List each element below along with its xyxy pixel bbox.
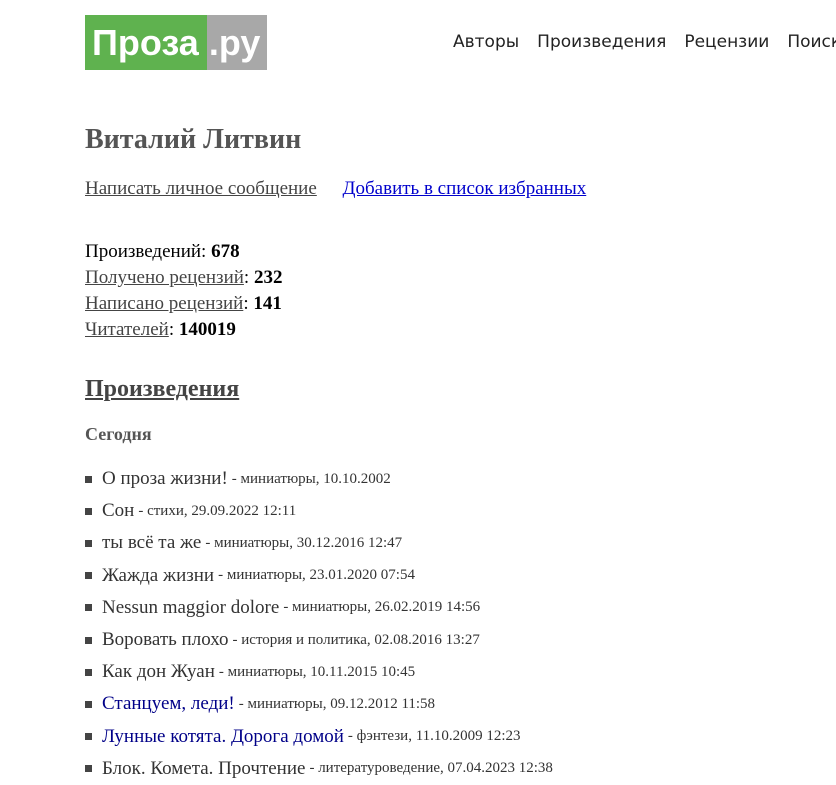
work-meta: - стихи, 29.09.2022 12:11 — [138, 502, 297, 519]
bullet-icon — [85, 668, 92, 676]
write-message-link[interactable]: Написать личное сообщение — [85, 178, 317, 199]
stat-written-reviews: Написано рецензий: 141 — [85, 293, 282, 314]
stat-received-reviews: Получено рецензий: 232 — [85, 267, 283, 288]
nav-reviews[interactable]: Рецензии — [684, 32, 769, 52]
bullet-icon — [85, 765, 92, 773]
list-item: Nessun maggior dolore - миниатюры, 26.02.… — [85, 592, 553, 624]
stat-readers-link[interactable]: Читателей — [85, 319, 169, 340]
work-title-link[interactable]: Воровать плохо — [102, 629, 229, 651]
stat-received-reviews-value: 232 — [253, 267, 283, 288]
work-meta: - миниатюры, 26.02.2019 14:56 — [283, 599, 481, 616]
logo-tail-text: .ру — [206, 15, 268, 70]
work-title-link[interactable]: Лунные котята. Дорога домой — [102, 726, 344, 748]
bullet-icon — [85, 507, 92, 515]
work-title-link[interactable]: Как дон Жуан — [102, 661, 215, 683]
site-logo[interactable]: Проза .ру — [85, 15, 268, 70]
stat-works-label: Произведений — [85, 241, 202, 262]
stat-works: Произведений: 678 — [85, 241, 240, 262]
works-list: О проза жизни! - миниатюры, 10.10.2002 Со… — [85, 463, 553, 785]
work-meta: - миниатюры, 10.10.2002 — [231, 470, 391, 487]
work-title-link[interactable]: Блок. Комета. Прочтение — [102, 758, 305, 780]
work-meta: - фэнтези, 11.10.2009 12:23 — [347, 728, 521, 745]
stat-received-reviews-link[interactable]: Получено рецензий — [85, 267, 244, 288]
list-item: Как дон Жуан - миниатюры, 10.11.2015 10:4… — [85, 656, 553, 688]
bullet-icon — [85, 636, 92, 644]
bullet-icon — [85, 572, 92, 580]
work-meta: - миниатюры, 09.12.2012 11:58 — [238, 695, 436, 712]
bullet-icon — [85, 475, 92, 483]
list-item: Станцуем, леди! - миниатюры, 09.12.2012 1… — [85, 688, 553, 720]
bullet-icon — [85, 700, 92, 708]
work-meta: - миниатюры, 10.11.2015 10:45 — [218, 663, 416, 680]
work-meta: - миниатюры, 30.12.2016 12:47 — [205, 534, 403, 551]
work-title-link[interactable]: О проза жизни! — [102, 468, 228, 490]
stat-works-value: 678 — [211, 241, 240, 262]
work-meta: - история и политика, 02.08.2016 13:27 — [232, 631, 480, 648]
work-title-link[interactable]: Сон — [102, 500, 134, 522]
list-item: О проза жизни! - миниатюры, 10.10.2002 — [85, 463, 553, 495]
works-section-title[interactable]: Произведения — [85, 376, 239, 403]
work-meta: - миниатюры, 23.01.2020 07:54 — [218, 567, 415, 584]
author-stats: Произведений: 678 Получено рецензий: 232… — [85, 239, 282, 343]
works-subsection-today: Сегодня — [85, 424, 152, 444]
bullet-icon — [85, 733, 92, 741]
author-actions: Написать личное сообщение Добавить в спи… — [85, 178, 586, 200]
work-title-link[interactable]: ты всё та же — [102, 532, 201, 554]
stat-readers-value: 140019 — [178, 319, 236, 340]
nav-authors[interactable]: Авторы — [453, 32, 519, 52]
list-item: Жажда жизни - миниатюры, 23.01.2020 07:54 — [85, 560, 553, 592]
work-title-link[interactable]: Nessun maggior dolore — [102, 597, 279, 619]
bullet-icon — [85, 539, 92, 547]
list-item: Блок. Комета. Прочтение - литературоведен… — [85, 753, 553, 785]
list-item: ты всё та же - миниатюры, 30.12.2016 12:4… — [85, 527, 553, 559]
bullet-icon — [85, 604, 92, 612]
logo-main-text: Проза — [85, 15, 207, 70]
work-title-link[interactable]: Станцуем, леди! — [102, 693, 235, 715]
list-item: Сон - стихи, 29.09.2022 12:11 — [85, 495, 553, 527]
stat-written-reviews-link[interactable]: Написано рецензий — [85, 293, 243, 314]
top-nav: Авторы Произведения Рецензии Поиск — [453, 32, 836, 52]
list-item: Воровать плохо - история и политика, 02.0… — [85, 624, 553, 656]
stat-readers: Читателей: 140019 — [85, 319, 236, 340]
stat-written-reviews-value: 141 — [253, 293, 282, 314]
work-title-link[interactable]: Жажда жизни — [102, 565, 214, 587]
add-to-favorites-link[interactable]: Добавить в список избранных — [343, 178, 587, 199]
nav-search[interactable]: Поиск — [787, 32, 836, 52]
nav-works[interactable]: Произведения — [537, 32, 666, 52]
list-item: Лунные котята. Дорога домой - фэнтези, 11… — [85, 721, 553, 753]
author-name: Виталий Литвин — [85, 124, 302, 155]
